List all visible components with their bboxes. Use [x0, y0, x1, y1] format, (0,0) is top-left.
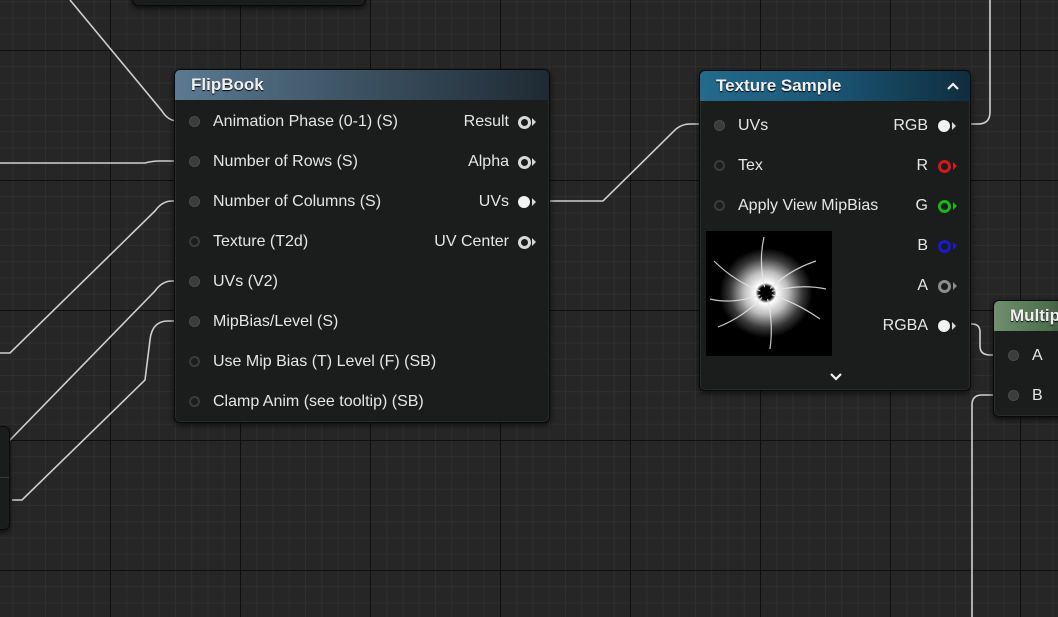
pin-label: Texture (T2d) — [213, 233, 309, 250]
pin-label: A — [1032, 347, 1043, 364]
multiply-title: Multip — [1010, 306, 1058, 325]
pin-input-connected[interactable] — [714, 120, 725, 131]
chevron-down-icon[interactable] — [829, 372, 843, 382]
pin-arrow-icon — [532, 198, 536, 206]
texture-output-rgba[interactable]: RGBA — [868, 316, 958, 336]
texture-sample-node[interactable]: Texture Sample UVs Tex Apply View MipBia… — [699, 70, 971, 391]
pin-output-blue[interactable] — [938, 240, 951, 253]
pin-label: Number of Columns (S) — [213, 193, 382, 210]
node-partial-top[interactable] — [132, 0, 366, 6]
pin-output-green[interactable] — [938, 200, 951, 213]
pin-arrow-icon — [532, 238, 536, 246]
pin-input-empty[interactable] — [189, 356, 200, 367]
pin-output-red[interactable] — [938, 160, 951, 173]
swirl-texture-image — [706, 231, 832, 356]
multiply-node[interactable]: Multip A B — [993, 300, 1058, 417]
pin-arrow-icon — [952, 122, 956, 130]
node-partial-left[interactable] — [0, 426, 10, 530]
pin-output-empty[interactable] — [518, 236, 531, 249]
wire-multiply-b — [971, 394, 1012, 617]
pin-label: Use Mip Bias (T) Level (F) (SB) — [213, 353, 437, 370]
pin-output-empty[interactable] — [518, 156, 531, 169]
pin-label: RGB — [893, 117, 928, 134]
pin-label: Tex — [738, 157, 763, 174]
pin-output-alpha[interactable] — [938, 280, 951, 293]
pin-label: Alpha — [468, 153, 509, 170]
pin-input-empty[interactable] — [189, 236, 200, 247]
pin-arrow-icon — [532, 158, 536, 166]
pin-label: UV Center — [434, 233, 509, 250]
pin-arrow-icon — [953, 242, 957, 250]
pin-label: UVs — [738, 117, 769, 134]
wire-uvs-input — [0, 280, 188, 441]
pin-output-connected[interactable] — [518, 196, 530, 208]
flipbook-output-uv-center[interactable]: UV Center — [387, 232, 537, 252]
flipbook-node-header[interactable]: FlipBook — [175, 70, 549, 100]
pin-label: UVs — [478, 193, 509, 210]
flipbook-output-result[interactable]: Result — [387, 112, 537, 132]
pin-output-connected[interactable] — [938, 120, 950, 132]
texture-sample-title: Texture Sample — [716, 76, 842, 95]
pin-label: Animation Phase (0-1) (S) — [213, 113, 398, 130]
flipbook-node[interactable]: FlipBook Animation Phase (0-1) (S) Numbe… — [174, 69, 550, 423]
pin-input-connected[interactable] — [189, 276, 200, 287]
pin-output-empty[interactable] — [518, 116, 531, 129]
pin-label: Result — [463, 113, 509, 130]
pin-input-connected[interactable] — [189, 316, 200, 327]
pin-output-connected[interactable] — [938, 320, 950, 332]
pin-label: Apply View MipBias — [738, 197, 879, 214]
flipbook-title: FlipBook — [191, 75, 264, 94]
texture-output-g[interactable]: G — [878, 196, 958, 216]
pin-label: MipBias/Level (S) — [213, 313, 339, 330]
texture-output-rgb[interactable]: RGB — [878, 116, 958, 136]
pin-arrow-icon — [953, 282, 957, 290]
pin-label: UVs (V2) — [213, 273, 278, 290]
texture-output-a[interactable]: A — [878, 276, 958, 296]
wire-animation-phase — [69, 0, 188, 122]
wire-number-of-columns — [0, 200, 188, 354]
pin-label: RGBA — [882, 317, 928, 334]
pin-input-connected[interactable] — [1008, 350, 1019, 361]
wire-number-of-rows — [0, 160, 188, 164]
texture-preview-thumbnail — [706, 231, 832, 356]
pin-label: Clamp Anim (see tooltip) (SB) — [213, 393, 424, 410]
pin-input-empty[interactable] — [714, 200, 725, 211]
pin-label: G — [915, 197, 928, 214]
pin-label: B — [1032, 387, 1043, 404]
chevron-up-icon[interactable] — [946, 81, 960, 91]
pin-input-connected[interactable] — [189, 156, 200, 167]
flipbook-output-uvs[interactable]: UVs — [387, 192, 537, 212]
texture-sample-node-header[interactable]: Texture Sample — [700, 71, 970, 101]
wire-flipbook-uvs-to-texture — [530, 123, 720, 202]
pin-input-empty[interactable] — [714, 160, 725, 171]
multiply-node-header[interactable]: Multip — [994, 301, 1058, 331]
pin-input-connected[interactable] — [189, 196, 200, 207]
texture-output-r[interactable]: R — [878, 156, 958, 176]
texture-output-b[interactable]: B — [878, 236, 958, 256]
pin-input-connected[interactable] — [1008, 390, 1019, 401]
pin-label: A — [917, 277, 928, 294]
pin-arrow-icon — [532, 118, 536, 126]
pin-arrow-icon — [953, 202, 957, 210]
pin-label: Number of Rows (S) — [213, 153, 358, 170]
pin-label: B — [917, 237, 928, 254]
flipbook-output-alpha[interactable]: Alpha — [387, 152, 537, 172]
pin-input-connected[interactable] — [189, 116, 200, 127]
pin-input-empty[interactable] — [189, 396, 200, 407]
pin-arrow-icon — [952, 322, 956, 330]
pin-label: R — [916, 157, 928, 174]
node-partial-left-divider — [0, 477, 9, 478]
pin-arrow-icon — [953, 162, 957, 170]
